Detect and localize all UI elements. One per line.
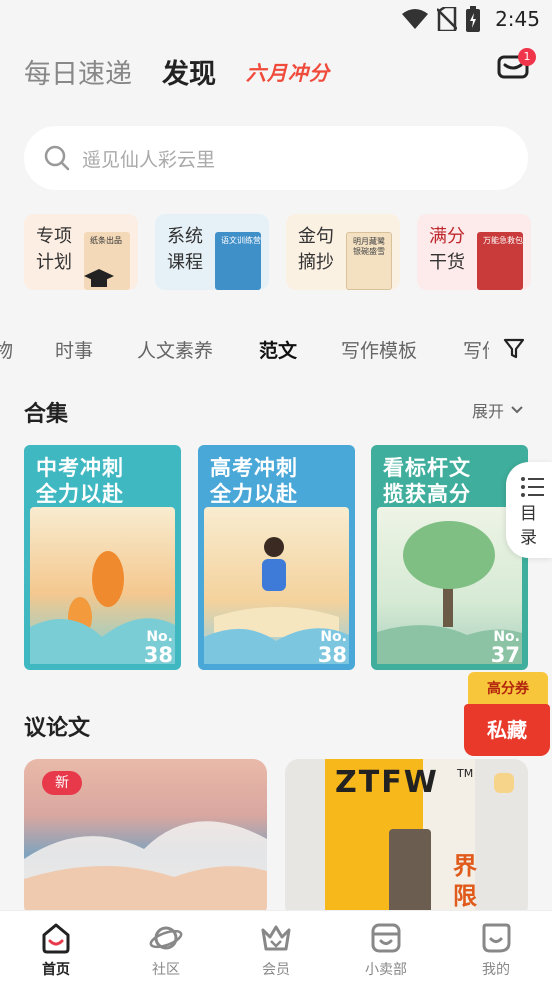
- collection-card[interactable]: 中考冲刺 全力以赴 No. 38: [24, 445, 181, 670]
- nav-label: 会员: [262, 962, 290, 978]
- essay-section-title: 议论文: [24, 716, 91, 741]
- quick-card-special-plan[interactable]: 专项 计划 纸条出品: [24, 214, 138, 290]
- nav-profile[interactable]: 我的: [456, 921, 536, 979]
- graduation-cap-icon: [84, 269, 114, 287]
- poster-trademark: TM: [457, 767, 474, 780]
- tab-humanities[interactable]: 人文素养: [137, 336, 213, 363]
- battery-icon: [466, 6, 481, 32]
- book-image: 明月藏鹭 银碗盛雪: [346, 232, 392, 290]
- table-of-contents-button[interactable]: 目录: [506, 462, 552, 558]
- top-tab-bar: 每日速递 发现 六月冲分: [24, 48, 330, 94]
- book-image: 语文训练营: [215, 232, 261, 290]
- crown-icon: [261, 925, 291, 951]
- nav-membership[interactable]: 会员: [236, 921, 316, 979]
- tab-current-affairs[interactable]: 时事: [55, 336, 93, 363]
- shop-icon: [371, 923, 401, 953]
- quick-card-golden-quotes[interactable]: 金句 摘抄 明月藏鹭 银碗盛雪: [286, 214, 400, 290]
- wifi-icon: [402, 9, 429, 29]
- mail-badge: 1: [518, 48, 536, 66]
- essay-card[interactable]: ZTFW TM 界限: [285, 759, 528, 919]
- nav-label: 小卖部: [365, 962, 407, 978]
- high-score-coupon-badge[interactable]: 高分券 私藏: [464, 672, 550, 760]
- status-icons: 2:45: [401, 6, 540, 32]
- tab-june-sprint-label: 六月冲分: [246, 60, 330, 85]
- quick-card-full-marks[interactable]: 满分 干货 万能急救包: [417, 214, 531, 290]
- book-image: 万能急救包: [477, 232, 523, 290]
- category-tabs: 物 时事 人文素养 范文 写作模板 写作: [0, 328, 552, 368]
- expand-button[interactable]: 展开: [472, 398, 524, 422]
- list-icon: [521, 477, 544, 497]
- collection-title: 高考冲刺 全力以赴: [210, 455, 298, 506]
- essay-card[interactable]: 新: [24, 759, 267, 919]
- poster-logo-icon: [494, 773, 514, 793]
- nav-home[interactable]: 首页: [16, 921, 96, 979]
- poster-brand: ZTFW: [335, 765, 439, 800]
- collection-number: No. 38: [317, 629, 347, 667]
- quick-card-system-course[interactable]: 系统 课程 语文训练营: [155, 214, 269, 290]
- no-sim-icon: [437, 7, 458, 31]
- tab-model-essays[interactable]: 范文: [259, 336, 297, 363]
- home-icon: [42, 923, 70, 954]
- tab-june-sprint[interactable]: 六月冲分: [246, 57, 330, 86]
- status-time: 2:45: [495, 7, 540, 31]
- chevron-down-icon: [511, 406, 523, 414]
- collection-number: No. 38: [143, 629, 173, 667]
- filter-icon[interactable]: [502, 336, 526, 360]
- poster-figure: [389, 829, 431, 919]
- nav-community[interactable]: 社区: [126, 921, 206, 979]
- collection-card[interactable]: 高考冲刺 全力以赴 No. 38: [198, 445, 355, 670]
- tab-writing[interactable]: 写作: [463, 336, 489, 363]
- search-icon: [44, 145, 70, 171]
- nav-label: 首页: [42, 962, 70, 978]
- tab-discover[interactable]: 发现: [162, 52, 216, 91]
- new-badge: 新: [42, 771, 82, 795]
- search-placeholder: 遥见仙人彩云里: [82, 148, 216, 171]
- search-bar[interactable]: 遥见仙人彩云里: [24, 126, 528, 190]
- poster-word: 界限: [453, 852, 477, 910]
- nav-label: 我的: [482, 962, 510, 978]
- promo-top-label: 高分券: [468, 672, 548, 706]
- tab-category[interactable]: 物: [0, 336, 13, 363]
- tab-daily[interactable]: 每日速递: [24, 52, 132, 91]
- collection-title: 看标杆文 揽获高分: [383, 455, 471, 506]
- status-bar: 2:45: [0, 0, 552, 40]
- collections-title: 合集: [24, 402, 69, 427]
- quick-card-label: 专项 计划: [36, 226, 72, 273]
- nav-label: 社区: [152, 962, 180, 978]
- profile-icon: [482, 923, 511, 953]
- collection-title: 中考冲刺 全力以赴: [36, 455, 124, 506]
- quick-card-label: 金句 摘抄: [298, 226, 334, 273]
- quick-card-label: 系统 课程: [167, 226, 203, 273]
- quick-card-label: 满分 干货: [429, 226, 465, 273]
- toc-label: 目录: [520, 504, 537, 548]
- message-button[interactable]: 1: [496, 48, 536, 84]
- quick-entry-row: 专项 计划 纸条出品 系统 课程 语文训练营 金句 摘抄 明月藏鹭 银碗盛雪 满分 干货…: [24, 214, 531, 290]
- nav-shop[interactable]: 小卖部: [346, 921, 426, 979]
- tab-writing-templates[interactable]: 写作模板: [341, 336, 417, 363]
- promo-bottom-label: 私藏: [464, 704, 550, 756]
- collection-card[interactable]: 看标杆文 揽获高分 No. 37: [371, 445, 528, 670]
- planet-icon: [149, 926, 183, 950]
- collection-number: No. 37: [490, 629, 520, 667]
- bottom-navigation: 首页 社区 会员 小卖部 我的: [0, 910, 552, 983]
- expand-label: 展开: [471, 402, 504, 421]
